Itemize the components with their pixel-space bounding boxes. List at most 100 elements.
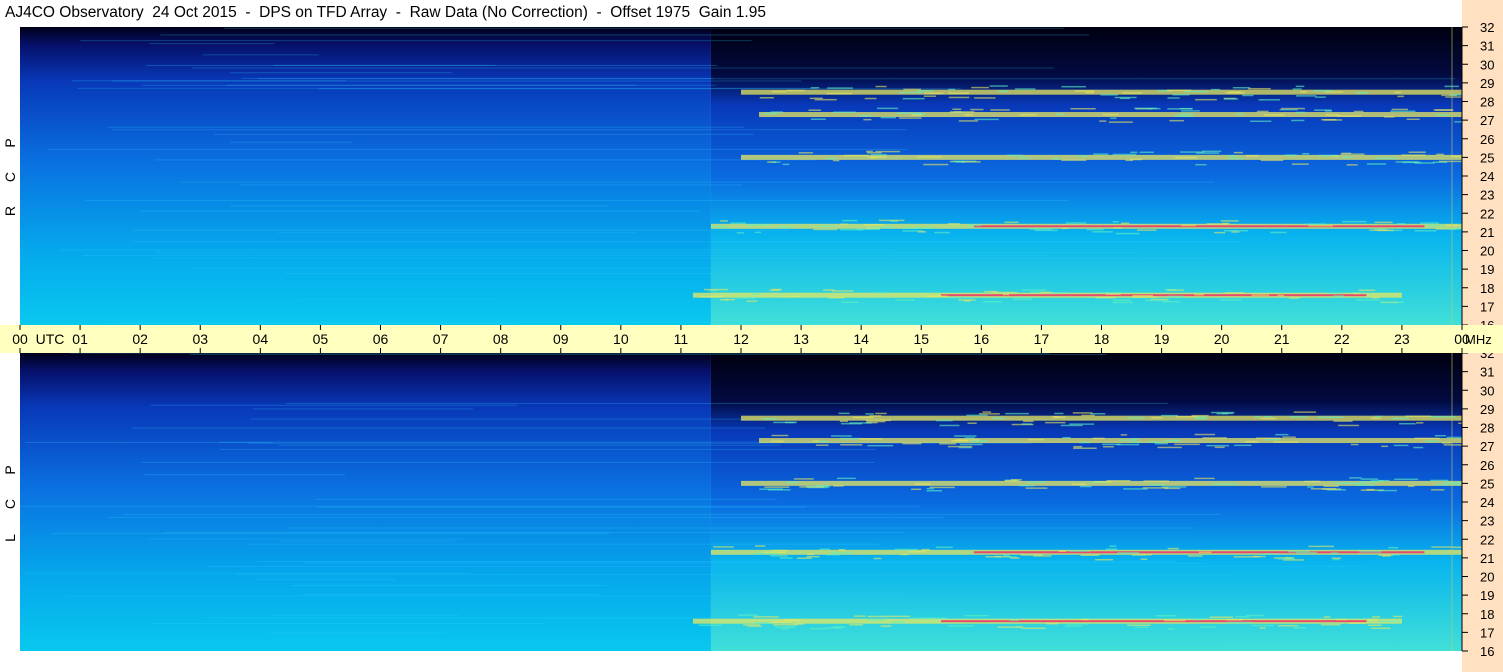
emission-speckle bbox=[1081, 414, 1095, 417]
emission-speckle bbox=[1191, 414, 1209, 417]
emission-speckle bbox=[779, 557, 793, 559]
emission-speckle bbox=[754, 231, 762, 234]
emission-speckle bbox=[1273, 441, 1299, 443]
emission-speckle bbox=[1367, 618, 1378, 621]
emission-speckle bbox=[1414, 437, 1440, 440]
emission-speckle bbox=[1338, 424, 1360, 427]
emission-speckle bbox=[865, 413, 874, 415]
emission-speckle bbox=[864, 97, 877, 100]
emission-speckle bbox=[1226, 619, 1244, 621]
emission-speckle bbox=[895, 299, 915, 301]
emission-speckle bbox=[992, 417, 1005, 419]
time-tick-label: 01 bbox=[72, 331, 88, 347]
emission-speckle bbox=[1116, 443, 1140, 446]
emission-speckle bbox=[1003, 293, 1010, 296]
emission-speckle bbox=[1390, 110, 1416, 113]
emission-speckle bbox=[859, 115, 872, 117]
emission-speckle bbox=[1348, 622, 1366, 624]
time-tick-label: 00 bbox=[12, 331, 28, 347]
time-tick-label: 04 bbox=[253, 331, 269, 347]
emission-speckle bbox=[964, 614, 989, 617]
emission-speckle bbox=[1121, 222, 1130, 225]
emission-speckle bbox=[1019, 157, 1029, 159]
emission-speckle bbox=[1307, 486, 1314, 488]
emission-speckle bbox=[1139, 151, 1154, 154]
emission-speckle bbox=[1353, 292, 1360, 295]
emission-speckle bbox=[929, 486, 955, 489]
emission-speckle bbox=[1336, 115, 1362, 117]
emission-speckle bbox=[1029, 291, 1041, 293]
emission-speckle bbox=[1341, 220, 1367, 223]
emission-speckle bbox=[1264, 415, 1273, 418]
emission-speckle bbox=[1260, 486, 1287, 488]
emission-speckle bbox=[1160, 414, 1178, 417]
emission-speckle bbox=[924, 92, 944, 95]
emission-speckle bbox=[1416, 422, 1424, 424]
emission-speckle bbox=[1120, 434, 1128, 436]
emission-speckle bbox=[1224, 229, 1248, 232]
emission-speckle bbox=[793, 478, 814, 480]
emission-speckle bbox=[819, 225, 836, 227]
emission-speckle bbox=[807, 553, 814, 556]
emission-speckle bbox=[759, 96, 774, 99]
freq-tick-label: 27 bbox=[1480, 113, 1494, 128]
emission-speckle bbox=[898, 91, 924, 94]
emission-speckle bbox=[994, 555, 1002, 558]
time-tick-label: 14 bbox=[853, 331, 869, 347]
emission-speckle bbox=[724, 298, 736, 301]
emission-speckle bbox=[962, 161, 981, 163]
emission-speckle bbox=[812, 440, 819, 442]
emission-speckle bbox=[1260, 159, 1284, 162]
emission-speckle bbox=[764, 486, 790, 488]
emission-speckle bbox=[1378, 620, 1401, 623]
panel-rcp bbox=[20, 27, 1479, 325]
emission-speckle bbox=[1210, 88, 1220, 91]
emission-speckle bbox=[1069, 550, 1091, 552]
emission-speckle bbox=[1169, 119, 1184, 122]
emission-speckle bbox=[1346, 164, 1358, 166]
emission-speckle bbox=[1425, 440, 1439, 442]
freq-tick-label: 24 bbox=[1480, 169, 1494, 184]
emission-speckle bbox=[1445, 224, 1458, 227]
emission-speckle bbox=[1195, 417, 1208, 420]
emission-speckle bbox=[1023, 420, 1034, 423]
emission-speckle bbox=[1181, 110, 1200, 112]
emission-speckle bbox=[754, 621, 771, 624]
day-background bbox=[710, 27, 1462, 325]
emission-speckle bbox=[831, 290, 854, 292]
emission-speckle bbox=[1282, 436, 1296, 438]
emission-speckle bbox=[1079, 485, 1092, 488]
emission-speckle bbox=[958, 120, 979, 122]
emission-speckle bbox=[1117, 552, 1140, 554]
emission-speckle bbox=[1064, 625, 1083, 627]
emission-speckle bbox=[1355, 299, 1381, 301]
emission-speckle bbox=[859, 438, 883, 440]
emission-speckle bbox=[1370, 480, 1384, 482]
emission-speckle bbox=[1408, 151, 1426, 153]
emission-speckle bbox=[925, 295, 949, 297]
emission-speckle bbox=[849, 624, 863, 626]
emission-speckle bbox=[1251, 294, 1270, 296]
freq-tick-label: 25 bbox=[1480, 476, 1494, 491]
emission-speckle bbox=[1004, 221, 1019, 224]
freq-tick-label: 31 bbox=[1480, 365, 1494, 380]
emission-speckle bbox=[934, 231, 950, 234]
emission-speckle bbox=[877, 107, 899, 110]
emission-speckle bbox=[918, 231, 927, 233]
emission-speckle bbox=[1052, 416, 1060, 418]
emission-speckle bbox=[1192, 618, 1202, 621]
emission-speckle bbox=[1014, 88, 1036, 90]
time-tick-label: 17 bbox=[1034, 331, 1050, 347]
emission-speckle bbox=[1295, 85, 1305, 88]
emission-speckle bbox=[1062, 436, 1071, 439]
emission-speckle bbox=[1112, 301, 1134, 304]
emission-speckle bbox=[1061, 85, 1086, 88]
emission-speckle bbox=[923, 163, 949, 166]
emission-speckle bbox=[1228, 91, 1242, 93]
emission-speckle bbox=[815, 444, 829, 446]
emission-speckle bbox=[1132, 294, 1153, 297]
emission-speckle bbox=[1163, 619, 1186, 622]
emission-speckle bbox=[1391, 108, 1409, 111]
emission-speckle bbox=[1143, 480, 1169, 482]
emission-speckle bbox=[1314, 109, 1332, 111]
